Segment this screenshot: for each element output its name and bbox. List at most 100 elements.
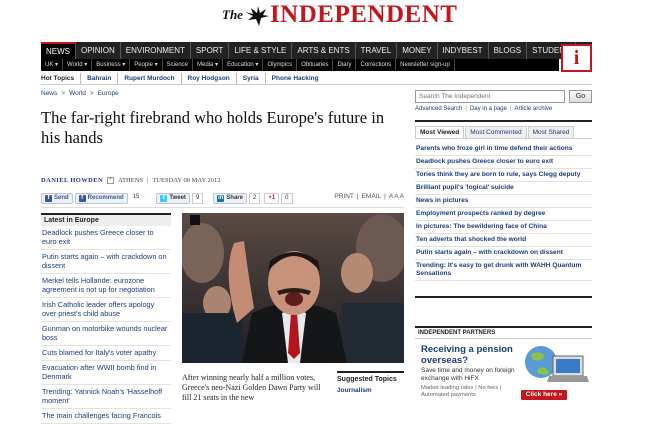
latest-item[interactable]: Merkel tells Hollande: eurozone agreemen… [41,274,171,298]
byline-separator: | [147,177,149,184]
suggested-title: Suggested Topics [337,371,404,383]
main-nav: NEWS OPINION ENVIRONMENT SPORT LIFE & ST… [41,42,592,59]
recommend-label: Recommend [87,195,124,201]
tweet-button[interactable]: t Tweet [156,192,190,204]
breadcrumb: News > World > Europe [41,90,119,97]
ad-headline[interactable]: Receiving a pension overseas? [421,344,521,366]
nav-blogs[interactable]: BLOGS [489,42,528,59]
photo-overlay [190,215,200,225]
suggested-topic-link[interactable]: Journalism [337,383,404,394]
most-viewed-item[interactable]: Trending: It's easy to get drunk with WA… [415,260,592,281]
day-in-a-page-link[interactable]: Day in a page [470,106,507,112]
latest-title: Latest in Europe [41,213,171,226]
google-plus-button[interactable]: +1 [264,192,280,204]
linkedin-share-button[interactable]: in Share [213,192,247,204]
most-viewed-item[interactable]: Ten adverts that shocked the world [415,234,592,247]
most-viewed-item[interactable]: News in pictures [415,195,592,208]
partners-title: INDEPENDENT PARTNERS [415,328,592,339]
search-links: Advanced Search | Day in a page | Articl… [415,106,552,112]
author-follow-icon[interactable]: + [107,177,115,184]
latest-item[interactable]: Irish Catholic leader offers apology ove… [41,298,171,322]
twitter-bird-icon: t [160,194,168,202]
breadcrumb-europe[interactable]: Europe [98,90,119,97]
nav-travel[interactable]: TRAVEL [356,42,398,59]
byline: DANIEL HOWDEN + ATHENS | TUESDAY 08 MAY … [41,177,221,184]
latest-item[interactable]: Cuts blamed for Italy's voter apathy [41,346,171,361]
tab-most-shared[interactable]: Most Shared [527,126,575,138]
ad-body: Save time and money on foreign exchange … [421,367,515,382]
linkedin-icon: in [217,194,225,202]
latest-in-europe: Latest in Europe Deadlock pushes Greece … [41,213,171,424]
most-viewed-item[interactable]: Brilliant pupil's 'logical' suicide [415,182,592,195]
most-viewed-item[interactable]: Tories think they are born to rule, says… [415,169,592,182]
latest-item[interactable]: Putin starts again – with crackdown on d… [41,250,171,274]
facebook-send-button[interactable]: f Send [41,192,73,204]
latest-item[interactable]: Gunman on motorbike wounds nuclear boss [41,322,171,346]
divider [415,120,592,122]
breadcrumb-world[interactable]: World [69,90,86,97]
latest-item[interactable]: Evacuation after WWII bomb find in Denma… [41,361,171,385]
tab-most-viewed[interactable]: Most Viewed [415,126,465,138]
logo-the: The [222,7,243,22]
facebook-recommend-button[interactable]: f Recommend [74,192,128,204]
article-archive-link[interactable]: Article archive [515,106,553,112]
subnav-world[interactable]: World ▾ [63,59,93,71]
most-viewed-item[interactable]: Parents who froze girl in time defend th… [415,143,592,156]
subnav-uk[interactable]: UK ▾ [41,59,64,71]
print-link[interactable]: PRINT [334,193,354,200]
subnav-science[interactable]: Science [163,59,194,71]
nav-life-style[interactable]: LIFE & STYLE [229,42,293,59]
most-viewed-item[interactable]: Employment prospects ranked by degree [415,208,592,221]
email-link[interactable]: EMAIL [362,193,382,200]
i-logo[interactable]: i [561,44,592,72]
nav-sport[interactable]: SPORT [191,42,230,59]
latest-item[interactable]: The main challenges facing Francois [41,409,171,424]
subnav-corrections[interactable]: Corrections [356,59,397,71]
subnav-diary[interactable]: Diary [333,59,357,71]
latest-item[interactable]: Deadlock pushes Greece closer to euro ex… [41,226,171,250]
ad-small-print: Market leading rates | No fees | Automat… [421,385,502,398]
author-link[interactable]: DANIEL HOWDEN [41,177,103,184]
link-separator: | [509,106,512,112]
subnav-obituaries[interactable]: Obituaries [297,59,334,71]
sub-nav: UK ▾ World ▾ Business ▾ People ▾ Science… [41,59,559,71]
breadcrumb-separator: > [89,90,94,97]
search-input[interactable] [415,90,565,103]
divider [415,296,592,298]
divider [41,207,404,208]
nav-news[interactable]: NEWS [41,42,76,59]
article-headline: The far-right firebrand who holds Europe… [41,108,385,147]
subnav-newsletter[interactable]: Newsletter sign-up [396,59,455,71]
most-viewed-item[interactable]: In pictures: The bewildering face of Chi… [415,221,592,234]
breadcrumb-news[interactable]: News [41,90,57,97]
search-bar: Go [415,90,592,104]
subnav-media[interactable]: Media ▾ [193,59,224,71]
facebook-icon: f [45,194,52,202]
recommend-count: 15 [132,193,140,200]
logo-name: INDEPENDENT [269,1,458,28]
most-viewed-item[interactable]: Putin starts again – with crackdown on d… [415,247,592,260]
photo-illustration [182,213,404,363]
nav-indybest[interactable]: INDYBEST [438,42,489,59]
subnav-business[interactable]: Business ▾ [92,59,131,71]
text-size-control[interactable]: A A A [389,193,404,200]
nav-environment[interactable]: ENVIRONMENT [121,42,191,59]
eagle-icon [244,6,269,26]
ad-click-here-button[interactable]: Click here » [521,390,567,400]
article-tools: PRINT | EMAIL | A A A [334,193,404,200]
latest-item[interactable]: Trending: Yannick Noah's 'Hasselhoff mom… [41,385,171,409]
nav-opinion[interactable]: OPINION [76,42,121,59]
article-intro: After winning nearly half a million vote… [182,373,321,402]
nav-money[interactable]: MONEY [397,42,438,59]
suggested-topics: Suggested Topics Journalism [337,371,404,394]
search-go-button[interactable]: Go [569,90,592,103]
tab-most-commented[interactable]: Most Commented [465,126,527,138]
advanced-search-link[interactable]: Advanced Search [415,106,462,112]
site-logo[interactable]: The INDEPENDENT [222,2,457,28]
subnav-olympics[interactable]: Olympics [263,59,298,71]
most-viewed-item[interactable]: Deadlock pushes Greece closer to euro ex… [415,156,592,169]
partners-ad: INDEPENDENT PARTNERS Receiving a pension… [415,326,592,404]
subnav-education[interactable]: Education ▾ [223,59,264,71]
nav-arts-ents[interactable]: ARTS & ENTS [292,42,356,59]
subnav-people[interactable]: People ▾ [130,59,163,71]
